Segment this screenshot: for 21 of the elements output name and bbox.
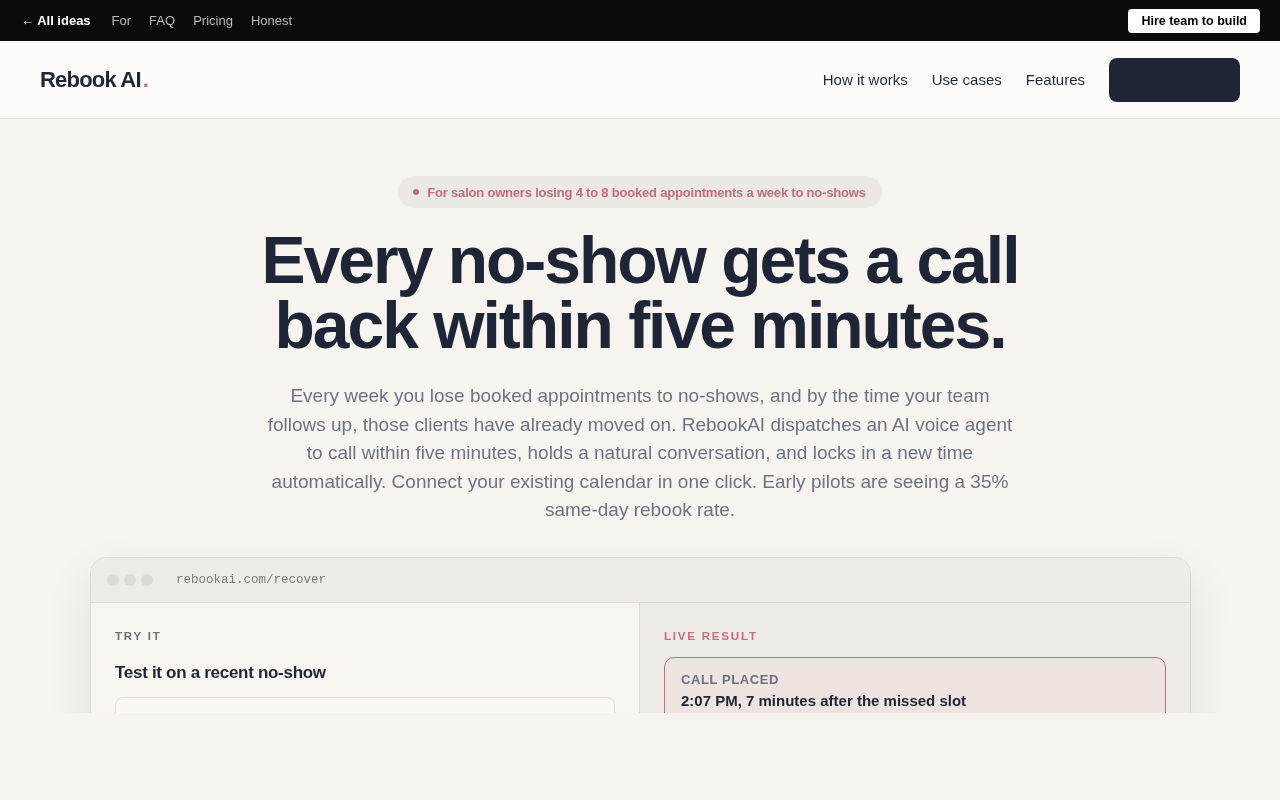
result-detail: 2:07 PM, 7 minutes after the missed slot (681, 691, 968, 710)
hero-heading: Every no-show gets a call back within five minutes. (260, 228, 1020, 358)
hire-button[interactable]: Hire team to build (1128, 8, 1260, 33)
nav-link[interactable]: Features (1025, 71, 1085, 88)
panel-heading: Test it on a recent no-show (115, 662, 327, 683)
url-text: rebookai.com/recover (176, 572, 327, 587)
logo[interactable]: Rebook AI. (40, 66, 149, 93)
nav-link[interactable]: How it works (822, 71, 908, 88)
back-link[interactable]: ← All ideas (21, 13, 91, 28)
top-nav-link[interactable]: FAQ (149, 13, 176, 28)
hero-description: Every week you lose booked appointments to no-shows, and by the time your team follows up, those clients have already moved on. RebookAI dispatches an AI voice agent to call within five minutes, holds a natural conversation, and locks in a new time automatically. Connect your existing calendar in one click. Early pilots are seeing a 35% same-day rebook rate. (266, 384, 1014, 523)
dot-icon (413, 189, 420, 195)
cta-button[interactable] (1109, 57, 1240, 102)
result-label: CALL PLACED (681, 671, 781, 688)
top-nav-link[interactable]: Honest (250, 13, 293, 28)
eyebrow-label: LIVE RESULT (664, 628, 759, 643)
badge-text: For salon owners losing 4 to 8 booked appointments a week to no-shows (427, 184, 866, 200)
top-nav-link[interactable]: Pricing (193, 13, 233, 28)
nav-link[interactable]: Use cases (931, 71, 1002, 88)
top-nav-link[interactable]: For (111, 13, 132, 28)
eyebrow-label: TRY IT (115, 628, 163, 643)
